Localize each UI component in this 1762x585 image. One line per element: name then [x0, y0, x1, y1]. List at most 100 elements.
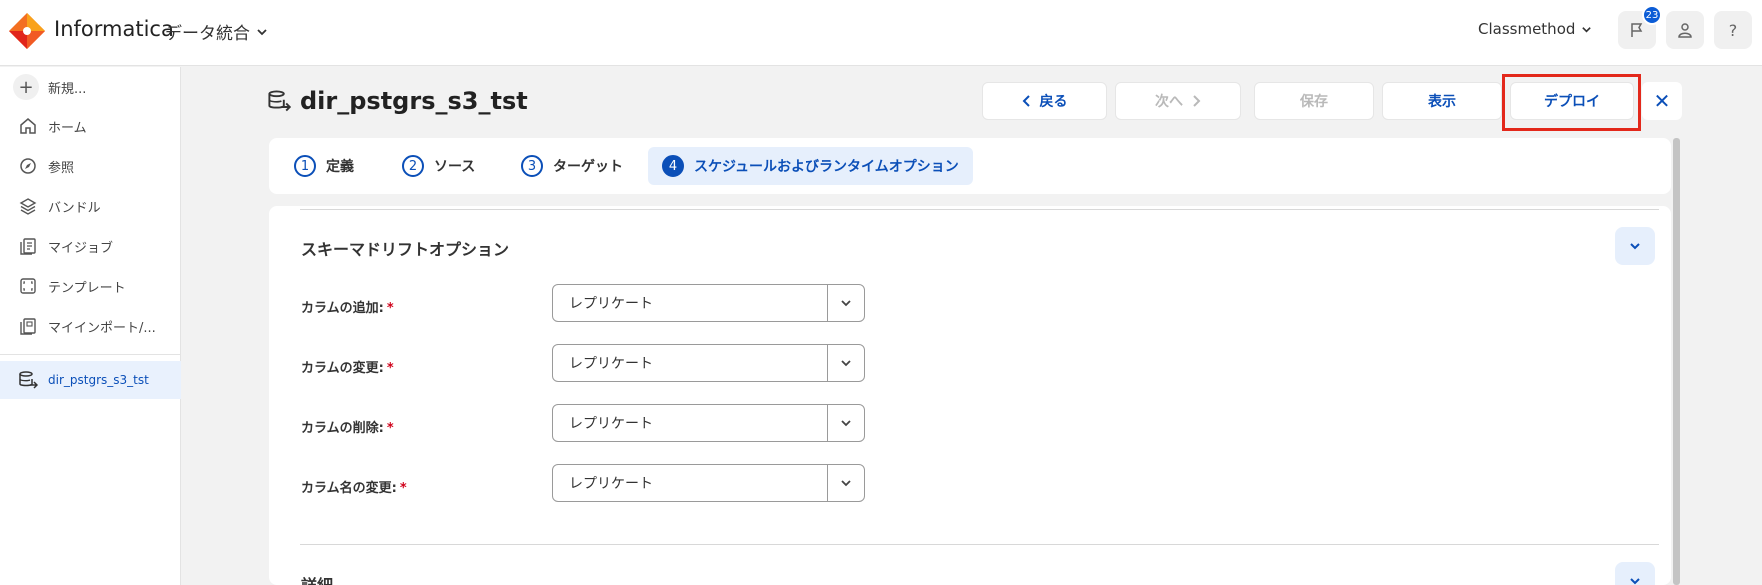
required-marker: * — [399, 481, 407, 496]
step-label: ソース — [434, 159, 476, 175]
top-header: Informatica データ統合 Classmethod 23 ? — [0, 0, 1762, 66]
view-label: 表示 — [1428, 94, 1456, 110]
back-button[interactable]: 戻る — [982, 82, 1107, 120]
sidebar-item-label: 新規... — [48, 81, 87, 97]
step-label: 定義 — [326, 159, 354, 175]
sidebar-item-label: テンプレート — [48, 280, 126, 296]
deploy-highlight-frame — [1502, 74, 1641, 131]
step-definition[interactable]: 1 定義 — [280, 147, 368, 185]
save-button[interactable]: 保存 — [1254, 82, 1374, 120]
required-marker: * — [386, 361, 394, 376]
next-button[interactable]: 次へ — [1115, 82, 1241, 120]
page-title: dir_pstgrs_s3_tst — [300, 87, 528, 115]
required-marker: * — [386, 421, 394, 436]
chevron-down-icon[interactable] — [827, 465, 864, 501]
compass-icon — [17, 155, 39, 177]
sidebar-item-new[interactable]: + 新規... — [0, 68, 181, 106]
sidebar-item-label: バンドル — [48, 200, 101, 216]
step-number: 4 — [662, 155, 684, 177]
content-panel — [269, 206, 1671, 585]
sidebar-item-label: マイジョブ — [48, 240, 114, 256]
select-value: レプリケート — [569, 356, 653, 372]
scrollbar[interactable] — [1673, 138, 1680, 585]
chevron-down-icon — [257, 28, 267, 35]
user-icon — [1678, 23, 1692, 38]
back-label: 戻る — [1039, 94, 1068, 110]
chevron-down-icon[interactable] — [827, 405, 864, 441]
chevron-down-icon — [1630, 578, 1640, 585]
field-label-rename-column: カラム名の変更: * — [301, 481, 407, 496]
home-icon — [17, 115, 39, 137]
select-value: レプリケート — [569, 476, 653, 492]
sidebar-item-label: ホーム — [48, 120, 87, 136]
save-label: 保存 — [1300, 94, 1328, 110]
details-title: 詳細 — [301, 572, 333, 585]
database-transfer-icon — [17, 369, 39, 391]
sidebar: + 新規... ホーム 参照 バンドル マイジョブ テンプレート マイインポート… — [0, 67, 181, 585]
required-marker: * — [386, 301, 394, 316]
help-icon: ? — [1728, 20, 1738, 40]
org-switcher[interactable]: Classmethod — [1478, 20, 1592, 38]
next-label: 次へ — [1155, 94, 1183, 110]
add-column-select[interactable]: レプリケート — [552, 284, 865, 322]
database-transfer-icon — [268, 90, 291, 112]
template-icon — [17, 275, 39, 297]
schema-drift-title: スキーマドリフトオプション — [301, 240, 510, 259]
user-menu-button[interactable] — [1666, 11, 1704, 49]
drop-column-select[interactable]: レプリケート — [552, 404, 865, 442]
close-button[interactable]: ✕ — [1642, 82, 1682, 120]
plus-icon: + — [13, 74, 39, 100]
sidebar-item-label: 参照 — [48, 160, 75, 176]
step-target[interactable]: 3 ターゲット — [507, 147, 637, 185]
import-icon — [17, 315, 39, 337]
step-label: ターゲット — [553, 159, 623, 175]
help-button[interactable]: ? — [1714, 11, 1752, 49]
product-name: データ統合 — [165, 24, 250, 44]
rename-column-select[interactable]: レプリケート — [552, 464, 865, 502]
org-name: Classmethod — [1478, 20, 1576, 38]
field-label-drop-column: カラムの削除: * — [301, 421, 394, 436]
sidebar-item-my-jobs[interactable]: マイジョブ — [0, 227, 181, 265]
panel-divider — [300, 209, 1659, 210]
details-collapse-button[interactable] — [1615, 562, 1655, 585]
sidebar-item-my-imports[interactable]: マイインポート/... — [0, 307, 181, 345]
field-label-modify-column: カラムの変更: * — [301, 361, 394, 376]
select-value: レプリケート — [569, 416, 653, 432]
sidebar-item-explore[interactable]: 参照 — [0, 147, 181, 185]
step-number: 1 — [294, 155, 316, 177]
schema-drift-collapse-button[interactable] — [1615, 227, 1655, 265]
sidebar-item-bundles[interactable]: バンドル — [0, 187, 181, 225]
step-source[interactable]: 2 ソース — [388, 147, 489, 185]
brand-name: Informatica — [54, 17, 174, 41]
modify-column-select[interactable]: レプリケート — [552, 344, 865, 382]
select-value: レプリケート — [569, 296, 653, 312]
view-button[interactable]: 表示 — [1382, 82, 1502, 120]
jobs-icon — [17, 235, 39, 257]
sidebar-item-active-task[interactable]: dir_pstgrs_s3_tst — [0, 361, 181, 399]
chevron-down-icon — [1582, 26, 1592, 33]
chevron-left-icon — [1022, 95, 1030, 107]
chevron-down-icon[interactable] — [827, 285, 864, 321]
step-number: 2 — [402, 155, 424, 177]
chevron-down-icon — [1630, 243, 1640, 250]
sidebar-divider — [0, 354, 181, 355]
chevron-down-icon[interactable] — [827, 345, 864, 381]
field-label-add-column: カラムの追加: * — [301, 301, 394, 316]
section-divider — [300, 544, 1659, 545]
product-switcher[interactable]: データ統合 — [165, 19, 268, 44]
step-label: スケジュールおよびランタイムオプション — [694, 159, 959, 175]
sidebar-item-label: dir_pstgrs_s3_tst — [48, 373, 149, 387]
step-schedule-runtime[interactable]: 4 スケジュールおよびランタイムオプション — [648, 147, 973, 185]
close-icon: ✕ — [1653, 89, 1671, 113]
notifications-button[interactable]: 23 — [1618, 5, 1662, 49]
sidebar-item-label: マイインポート/... — [48, 320, 156, 336]
sidebar-item-templates[interactable]: テンプレート — [0, 267, 181, 305]
notification-badge: 23 — [1642, 5, 1662, 25]
layers-icon — [17, 195, 39, 217]
step-number: 3 — [521, 155, 543, 177]
chevron-right-icon — [1193, 95, 1201, 107]
sidebar-item-home[interactable]: ホーム — [0, 107, 181, 145]
informatica-logo[interactable] — [9, 13, 45, 49]
flag-icon — [1631, 23, 1643, 37]
wizard-steps: 1 定義 2 ソース 3 ターゲット 4 スケジュールおよびランタイムオプション — [269, 138, 1671, 194]
